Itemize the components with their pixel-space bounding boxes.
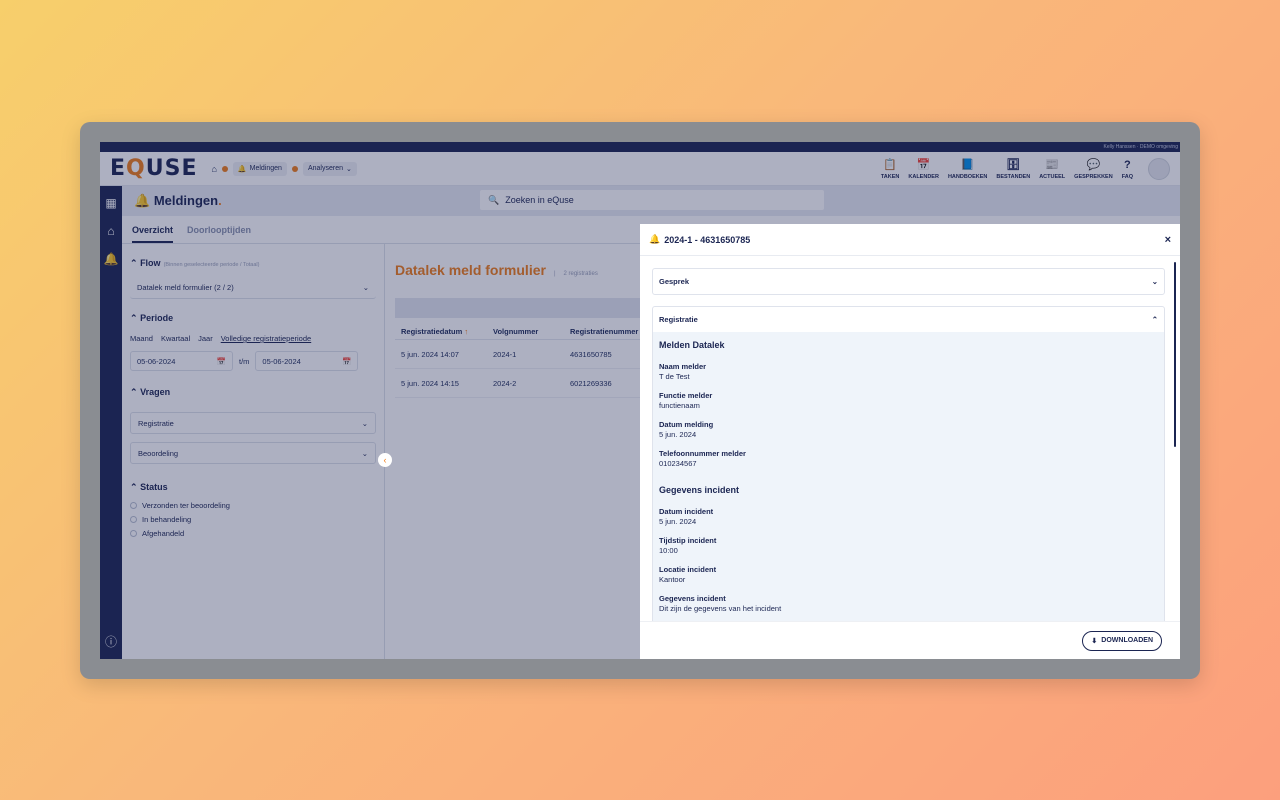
- chevron-up-icon: ⌃: [1151, 315, 1158, 324]
- accordion-registratie: Registratie ⌃ Melden Datalek Naam melder T…: [652, 306, 1165, 621]
- section-melden-datalek: Melden Datalek: [659, 340, 725, 350]
- field-gegevens-incident: Gegevens incident Dit zijn de gegevens va…: [659, 594, 782, 613]
- field-tijdstip-incident: Tijdstip incident 10:00: [659, 536, 717, 555]
- accordion-registratie-header[interactable]: Registratie ⌃: [653, 307, 1164, 332]
- registration-modal: 🔔 2024-1 - 4631650785 × Gesprek ⌄ Registr…: [640, 224, 1180, 659]
- accordion-gesprek[interactable]: Gesprek ⌄: [652, 268, 1165, 295]
- chevron-left-icon: ‹: [383, 455, 387, 465]
- field-naam-melder: Naam melder T de Test: [659, 362, 707, 381]
- modal-header: 🔔 2024-1 - 4631650785 ×: [640, 224, 1180, 256]
- file-download-icon: ⬇: [1091, 637, 1098, 645]
- chevron-down-icon: ⌄: [1151, 277, 1158, 286]
- modal-title: 2024-1 - 4631650785: [664, 234, 751, 245]
- app-window: Kelly Hanssen · DEMO omgeving EQUSE ⌂ 🔔 …: [100, 142, 1180, 659]
- field-locatie-incident: Locatie incident Kantoor: [659, 565, 717, 584]
- modal-footer: ⬇ DOWNLOADEN: [640, 621, 1180, 659]
- field-datum-incident: Datum incident 5 jun. 2024: [659, 507, 714, 526]
- close-icon[interactable]: ×: [1165, 234, 1171, 246]
- download-button[interactable]: ⬇ DOWNLOADEN: [1082, 630, 1162, 651]
- field-functie-melder: Functie melder functienaam: [659, 391, 713, 410]
- section-gegevens-incident: Gegevens incident: [659, 485, 740, 495]
- screenshot-frame: Kelly Hanssen · DEMO omgeving EQUSE ⌂ 🔔 …: [80, 122, 1200, 679]
- modal-body: Gesprek ⌄ Registratie ⌃ Melden Datalek Naa…: [640, 256, 1180, 621]
- field-telefoonnummer: Telefoonnummer melder 010234567: [659, 449, 746, 468]
- collapse-panel-button[interactable]: ‹: [378, 453, 392, 467]
- registratie-content: Melden Datalek Naam melder T de Test Func…: [653, 332, 1164, 621]
- field-datum-melding: Datum melding 5 jun. 2024: [659, 420, 714, 439]
- bell-icon: 🔔: [649, 234, 661, 244]
